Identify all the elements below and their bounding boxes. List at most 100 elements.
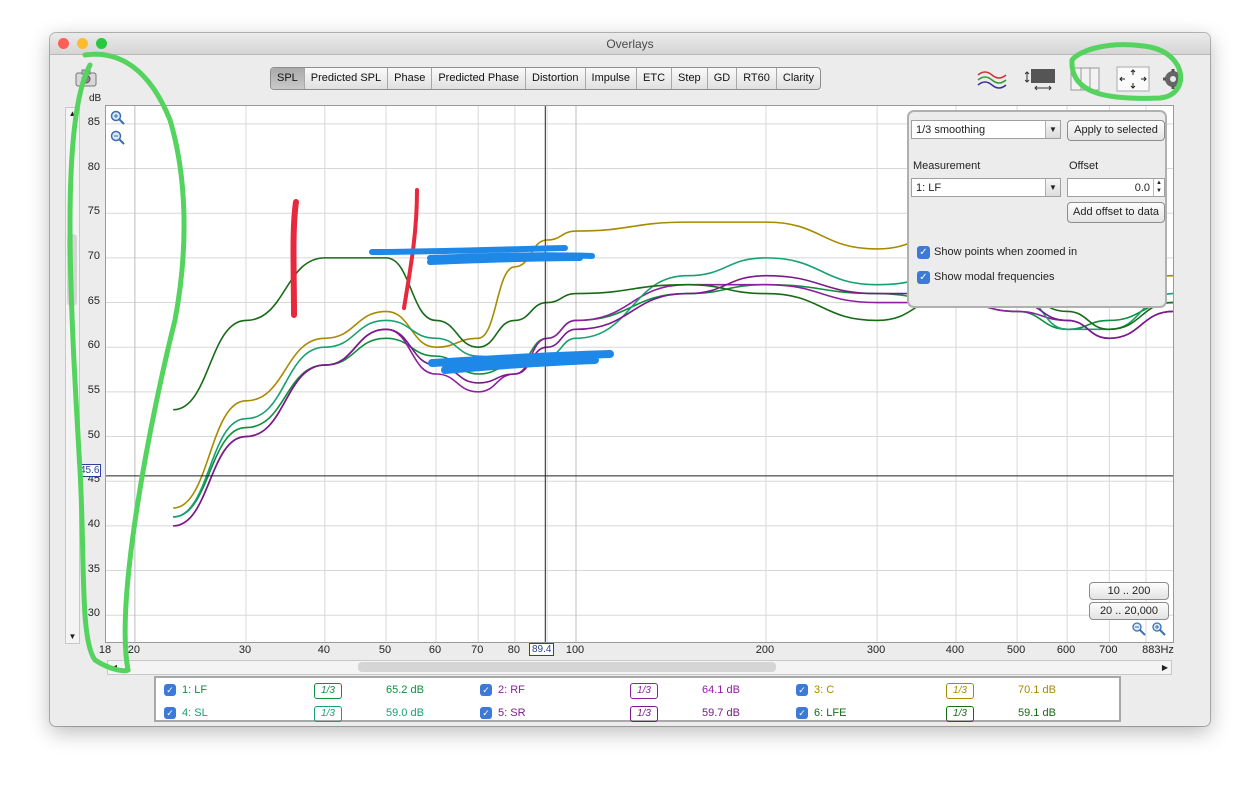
graph-size-icon[interactable] xyxy=(1024,66,1057,92)
tab-distortion[interactable]: Distortion xyxy=(526,68,586,89)
x-tick-label: 600 xyxy=(1056,644,1076,656)
smoothing-select[interactable]: 1/3 smoothing ▼ xyxy=(911,120,1061,139)
tab-predicted-spl[interactable]: Predicted SPL xyxy=(305,68,389,89)
y-tick-label: 80 xyxy=(87,160,100,173)
cursor-x-readout: 89.4 xyxy=(529,643,555,656)
x-tick-label: 80 xyxy=(507,644,520,656)
window-title: Overlays xyxy=(606,37,654,51)
legend-item[interactable]: ✓ 3: C 1/3 70.1 dB xyxy=(796,683,1096,700)
zoom-in-x-icon[interactable] xyxy=(1152,622,1166,636)
x-tick-label: 40 xyxy=(317,644,330,656)
tab-phase[interactable]: Phase xyxy=(388,68,433,89)
legend-item[interactable]: ✓ 4: SL 1/3 59.0 dB xyxy=(164,706,464,723)
x-tick-label: 50 xyxy=(378,644,392,656)
series-line-5-sr xyxy=(173,274,1174,527)
overlays-window: Overlays SPL Predicted SPL Phase Predicted … xyxy=(50,33,1210,726)
scroll-right-arrow-icon[interactable]: ▶ xyxy=(1159,661,1171,674)
x-tick-label: 883Hz xyxy=(1142,644,1174,656)
y-tick-label: 85 xyxy=(87,115,100,128)
legend-checkbox[interactable]: ✓ xyxy=(796,684,808,696)
tab-spl[interactable]: SPL xyxy=(271,68,305,89)
legend-value: 59.1 dB xyxy=(1018,707,1056,719)
measurement-value: 1: LF xyxy=(916,182,942,194)
apply-to-selected-button[interactable]: Apply to selected xyxy=(1067,120,1165,141)
measurement-label: Measurement xyxy=(913,160,981,172)
x-tick-label: 60 xyxy=(428,644,442,656)
y-tick-label: 65 xyxy=(87,294,100,307)
measurement-select[interactable]: 1: LF ▼ xyxy=(911,178,1061,197)
zoom-20-20000-button[interactable]: 20 .. 20,000 xyxy=(1089,602,1169,620)
tab-predicted-phase[interactable]: Predicted Phase xyxy=(432,68,527,89)
y-axis-unit: dB xyxy=(89,93,102,104)
legend-name: 2: RF xyxy=(498,684,525,696)
scroll-left-arrow-icon[interactable]: ◀ xyxy=(108,661,120,674)
legend-value: 59.0 dB xyxy=(386,707,424,719)
smoothing-value: 1/3 smoothing xyxy=(916,124,986,136)
y-tick-label: 30 xyxy=(87,607,100,620)
overlay-traces-icon[interactable] xyxy=(975,67,1009,91)
legend-checkbox[interactable]: ✓ xyxy=(164,684,176,696)
legend-item[interactable]: ✓ 2: RF 1/3 64.1 dB xyxy=(480,683,780,700)
graph-type-tabs: SPL Predicted SPL Phase Predicted Phase Dist… xyxy=(270,67,822,90)
legend-name: 5: SR xyxy=(498,707,526,719)
x-tick-label: 100 xyxy=(565,644,585,656)
legend-checkbox[interactable]: ✓ xyxy=(480,684,492,696)
zoom-out-x-icon[interactable] xyxy=(1132,622,1146,636)
x-tick-label: 300 xyxy=(866,644,886,656)
show-modal-label: Show modal frequencies xyxy=(934,271,1055,283)
legend-checkbox[interactable]: ✓ xyxy=(796,707,808,719)
tab-clarity[interactable]: Clarity xyxy=(777,68,820,89)
legend-item[interactable]: ✓ 5: SR 1/3 59.7 dB xyxy=(480,706,780,723)
legend-smoothing-badge[interactable]: 1/3 xyxy=(314,706,342,722)
camera-icon[interactable] xyxy=(74,69,98,87)
tab-rt60[interactable]: RT60 xyxy=(737,68,777,89)
legend-smoothing-badge[interactable]: 1/3 xyxy=(630,683,658,699)
tab-impulse[interactable]: Impulse xyxy=(586,68,638,89)
zoom-in-icon[interactable] xyxy=(110,110,126,126)
offset-value: 0.0 xyxy=(1134,182,1150,194)
legend-checkbox[interactable]: ✓ xyxy=(480,707,492,719)
y-tick-label: 40 xyxy=(87,517,100,530)
x-tick-label: 200 xyxy=(755,644,775,656)
x-tick-label: 30 xyxy=(238,644,252,656)
y-tick-label: 60 xyxy=(87,339,100,352)
offset-stepper-icon[interactable]: ▲ ▼ xyxy=(1153,179,1164,196)
horizontal-scrollbar[interactable]: ◀ ▶ xyxy=(107,660,1172,675)
horizontal-scroll-thumb[interactable] xyxy=(358,662,776,672)
zoom-10-200-button[interactable]: 10 .. 200 xyxy=(1089,582,1169,600)
legend-name: 3: C xyxy=(814,684,835,696)
series-line-1-lf xyxy=(173,283,1174,518)
tab-step[interactable]: Step xyxy=(672,68,708,89)
legend-value: 70.1 dB xyxy=(1018,684,1056,696)
gear-icon[interactable] xyxy=(1162,68,1184,90)
legend-smoothing-badge[interactable]: 1/3 xyxy=(630,706,658,722)
measurement-legend: ✓ 1: LF 1/3 65.2 dB ✓ 2: RF 1/3 64.1 dB ✓ 3: C 1/3… xyxy=(154,676,1121,722)
legend-value: 65.2 dB xyxy=(386,684,424,696)
legend-name: 1: LF xyxy=(182,684,208,696)
legend-item[interactable]: ✓ 1: LF 1/3 65.2 dB xyxy=(164,683,464,700)
legend-smoothing-badge[interactable]: 1/3 xyxy=(946,706,974,722)
offset-field[interactable]: 0.0 ▲ ▼ xyxy=(1067,178,1165,197)
legend-smoothing-badge[interactable]: 1/3 xyxy=(314,683,342,699)
cursor-y-readout: 45.6 xyxy=(78,464,102,477)
show-points-checkbox[interactable]: ✓ xyxy=(917,246,930,259)
fit-to-view-icon[interactable] xyxy=(1116,66,1150,92)
x-tick-label: 700 xyxy=(1099,644,1118,656)
panel-layout-icon[interactable] xyxy=(1070,67,1100,91)
legend-item[interactable]: ✓ 6: LFE 1/3 59.1 dB xyxy=(796,706,1096,723)
controls-panel: 1/3 smoothing ▼ Apply to selected Measur… xyxy=(907,110,1167,308)
y-tick-label: 75 xyxy=(87,205,100,218)
scroll-down-arrow-icon[interactable]: ▼ xyxy=(66,631,79,643)
tab-etc[interactable]: ETC xyxy=(637,68,673,89)
tab-gd[interactable]: GD xyxy=(708,68,738,89)
show-modal-checkbox[interactable]: ✓ xyxy=(917,271,930,284)
add-offset-button[interactable]: Add offset to data xyxy=(1067,202,1165,223)
legend-name: 4: SL xyxy=(182,707,208,719)
legend-smoothing-badge[interactable]: 1/3 xyxy=(946,683,974,699)
x-tick-label: 500 xyxy=(1006,644,1026,656)
x-tick-label: 18 xyxy=(98,644,112,656)
zoom-out-icon[interactable] xyxy=(110,130,126,146)
chevron-down-icon: ▼ xyxy=(1045,121,1060,138)
legend-checkbox[interactable]: ✓ xyxy=(164,707,176,719)
y-tick-label: 35 xyxy=(87,562,100,575)
